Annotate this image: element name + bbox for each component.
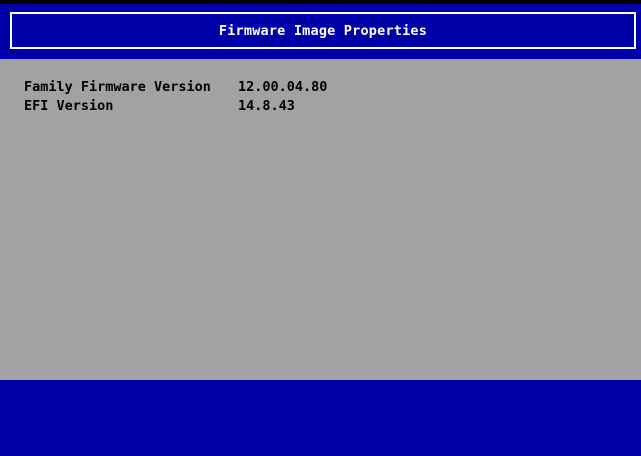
properties-panel: Family Firmware Version 12.00.04.80 EFI … — [0, 59, 641, 380]
property-value: 14.8.43 — [238, 99, 295, 114]
page-title: Firmware Image Properties — [219, 23, 427, 39]
property-label: EFI Version — [24, 99, 113, 114]
entry-efi-version[interactable]: EFI Version 14.8.43 — [0, 99, 641, 114]
help-bar: F9=Reset to Defaults F10=Save ↑↓=Move Hi… — [0, 380, 641, 456]
entry-family-firmware-version[interactable]: Family Firmware Version 12.00.04.80 — [0, 80, 641, 95]
property-value: 12.00.04.80 — [238, 80, 327, 95]
title-bar: Firmware Image Properties — [0, 4, 641, 59]
property-label: Family Firmware Version — [24, 80, 211, 95]
bios-setup-screen: Firmware Image Properties Family Firmwar… — [0, 0, 641, 456]
title-frame: Firmware Image Properties — [10, 12, 636, 49]
